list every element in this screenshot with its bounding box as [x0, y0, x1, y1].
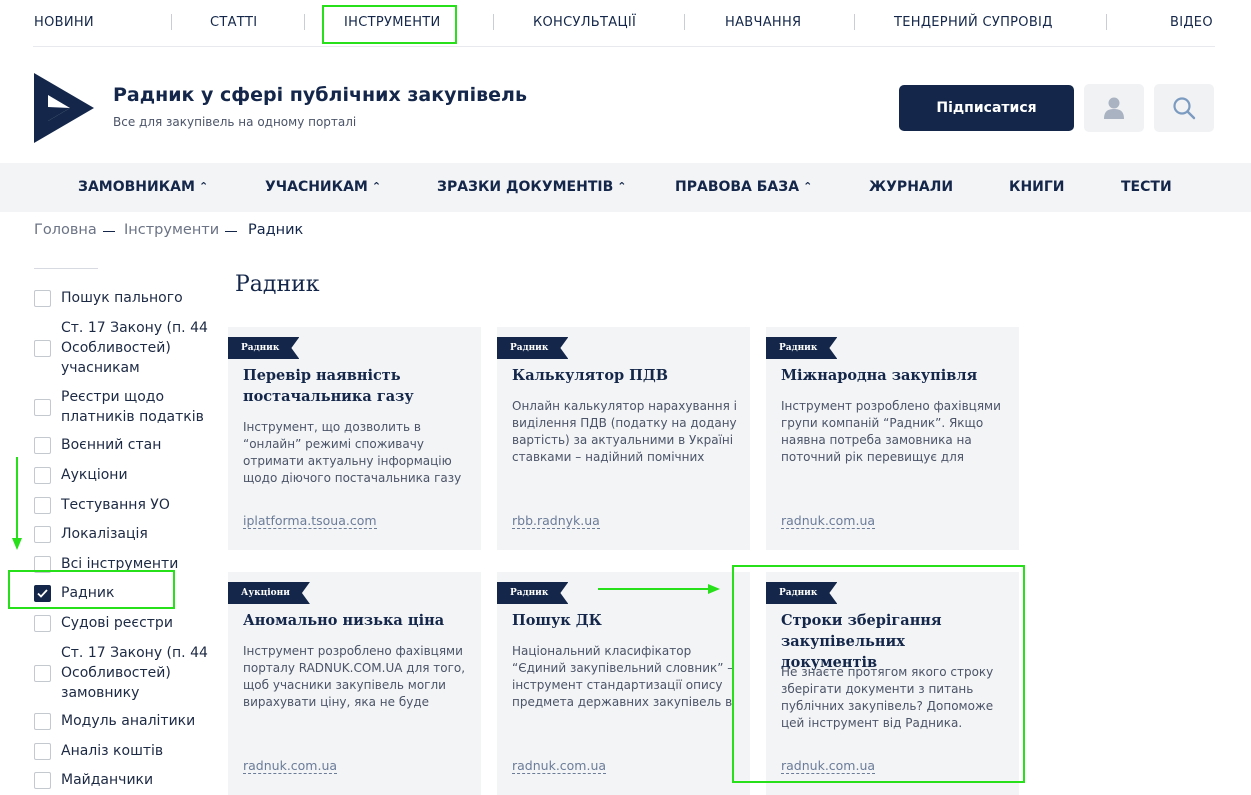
annotation-arrows — [12, 457, 720, 594]
arrow-right-icon — [598, 584, 720, 594]
arrow-down-icon — [12, 457, 22, 550]
